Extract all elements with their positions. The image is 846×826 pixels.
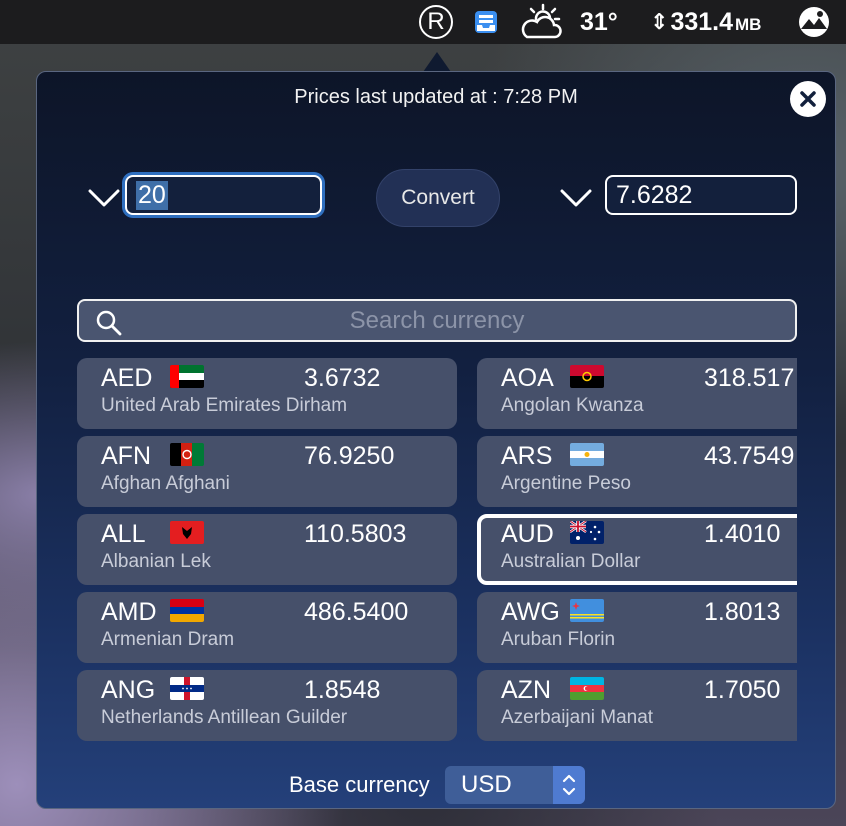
currency-code: AUD bbox=[501, 520, 554, 548]
currency-card-ang[interactable]: ANG 1.8548 Netherlands Antillean Guilder bbox=[77, 670, 457, 741]
memory-arrows-icon: ⇕ bbox=[650, 9, 669, 34]
last-updated-text: Prices last updated at : 7:28 PM bbox=[294, 86, 578, 108]
currency-card-azn[interactable]: AZN 1.7050 Azerbaijani Manat bbox=[477, 670, 797, 741]
currency-card-ars[interactable]: ARS 43.7549 Argentine Peso bbox=[477, 436, 797, 507]
currency-name: Australian Dollar bbox=[501, 551, 641, 572]
inbox-icon[interactable] bbox=[470, 0, 502, 44]
base-currency-label: Base currency bbox=[289, 772, 430, 797]
currency-code: AFN bbox=[101, 442, 151, 470]
aruba-flag-icon bbox=[570, 599, 604, 622]
photo-icon[interactable] bbox=[794, 0, 834, 44]
currency-code: AOA bbox=[501, 364, 554, 392]
cloud-sun-icon[interactable] bbox=[516, 0, 568, 44]
currency-code: AMD bbox=[101, 598, 157, 626]
memory-unit: MB bbox=[735, 15, 762, 34]
argentina-flag-icon bbox=[570, 443, 604, 466]
memory-value: 331.4 bbox=[670, 7, 733, 36]
currency-code: AED bbox=[101, 364, 153, 392]
currency-rate: 1.8548 bbox=[304, 676, 381, 704]
to-amount-input[interactable]: 7.6282 bbox=[605, 175, 797, 215]
to-currency-dropdown[interactable] bbox=[559, 186, 593, 210]
popover-pointer bbox=[423, 52, 451, 72]
netherlands-antilles-flag-icon bbox=[170, 677, 204, 700]
temperature-reading[interactable]: 31° bbox=[580, 0, 628, 44]
currency-code: ANG bbox=[101, 676, 156, 704]
currency-name: Argentine Peso bbox=[501, 473, 631, 494]
currency-card-amd[interactable]: AMD 486.5400 Armenian Dram bbox=[77, 592, 457, 663]
currency-name: United Arab Emirates Dirham bbox=[101, 395, 348, 416]
currency-rate: 1.4010 bbox=[704, 520, 781, 548]
currency-list[interactable]: AED 3.6732 United Arab Emirates Dirham A… bbox=[77, 358, 797, 742]
currency-name: Armenian Dram bbox=[101, 629, 235, 650]
azerbaijan-flag-icon bbox=[570, 677, 604, 700]
currency-name: Afghan Afghani bbox=[101, 473, 230, 494]
currency-name: Angolan Kwanza bbox=[501, 395, 644, 416]
menu-bar: R 31° ⇕ 331.4 MB bbox=[0, 0, 846, 44]
currency-code: ARS bbox=[501, 442, 553, 470]
currency-rate: 486.5400 bbox=[304, 598, 409, 626]
currency-rate: 3.6732 bbox=[304, 364, 381, 392]
up-down-chevron-icon[interactable] bbox=[553, 766, 585, 804]
search-placeholder: Search currency bbox=[349, 306, 525, 334]
r-circle-icon[interactable]: R bbox=[416, 0, 456, 44]
currency-rate: 110.5803 bbox=[304, 520, 407, 548]
armenia-flag-icon bbox=[170, 599, 204, 622]
currency-code: AZN bbox=[501, 676, 551, 704]
base-currency-value: USD bbox=[461, 771, 512, 798]
chevron-down-icon bbox=[88, 189, 120, 207]
currency-name: Azerbaijani Manat bbox=[501, 707, 654, 728]
currency-rate: 1.8013 bbox=[704, 598, 781, 626]
from-currency-dropdown[interactable] bbox=[87, 186, 121, 210]
australia-flag-icon bbox=[570, 521, 604, 544]
currency-name: Netherlands Antillean Guilder bbox=[101, 707, 348, 728]
afghanistan-flag-icon bbox=[170, 443, 204, 466]
currency-name: Albanian Lek bbox=[101, 551, 211, 572]
from-amount-value: 20 bbox=[136, 180, 168, 210]
albania-flag-icon bbox=[170, 521, 204, 544]
angola-flag-icon bbox=[570, 365, 604, 388]
currency-card-afn[interactable]: AFN 76.9250 Afghan Afghani bbox=[77, 436, 457, 507]
to-amount-value: 7.6282 bbox=[616, 180, 693, 209]
currency-card-aed[interactable]: AED 3.6732 United Arab Emirates Dirham bbox=[77, 358, 457, 429]
base-currency-select[interactable]: USD bbox=[445, 766, 585, 804]
close-icon bbox=[800, 91, 816, 107]
currency-popover: Prices last updated at : 7:28 PM 20 Conv… bbox=[36, 71, 836, 809]
memory-widget[interactable]: ⇕ 331.4 MB bbox=[650, 0, 780, 44]
currency-card-all[interactable]: ALL 110.5803 Albanian Lek bbox=[77, 514, 457, 585]
currency-rate: 318.517 bbox=[704, 364, 795, 392]
currency-code: AWG bbox=[501, 598, 560, 626]
currency-name: Aruban Florin bbox=[501, 629, 616, 650]
currency-card-aud[interactable]: AUD 1.4010 Australian Dollar bbox=[477, 514, 797, 585]
currency-rate: 1.7050 bbox=[704, 676, 781, 704]
r-label: R bbox=[427, 8, 445, 35]
convert-button[interactable]: Convert bbox=[376, 169, 500, 227]
from-amount-input[interactable]: 20 bbox=[125, 175, 322, 215]
currency-code: ALL bbox=[101, 520, 146, 548]
currency-rate: 76.9250 bbox=[304, 442, 395, 470]
close-button[interactable] bbox=[790, 81, 826, 117]
chevron-down-icon bbox=[560, 189, 592, 207]
currency-rate: 43.7549 bbox=[704, 442, 795, 470]
search-input[interactable]: Search currency bbox=[77, 299, 797, 342]
currency-card-aoa[interactable]: AOA 318.517 Angolan Kwanza bbox=[477, 358, 797, 429]
currency-card-awg[interactable]: AWG 1.8013 Aruban Florin bbox=[477, 592, 797, 663]
uae-flag-icon bbox=[170, 365, 204, 388]
